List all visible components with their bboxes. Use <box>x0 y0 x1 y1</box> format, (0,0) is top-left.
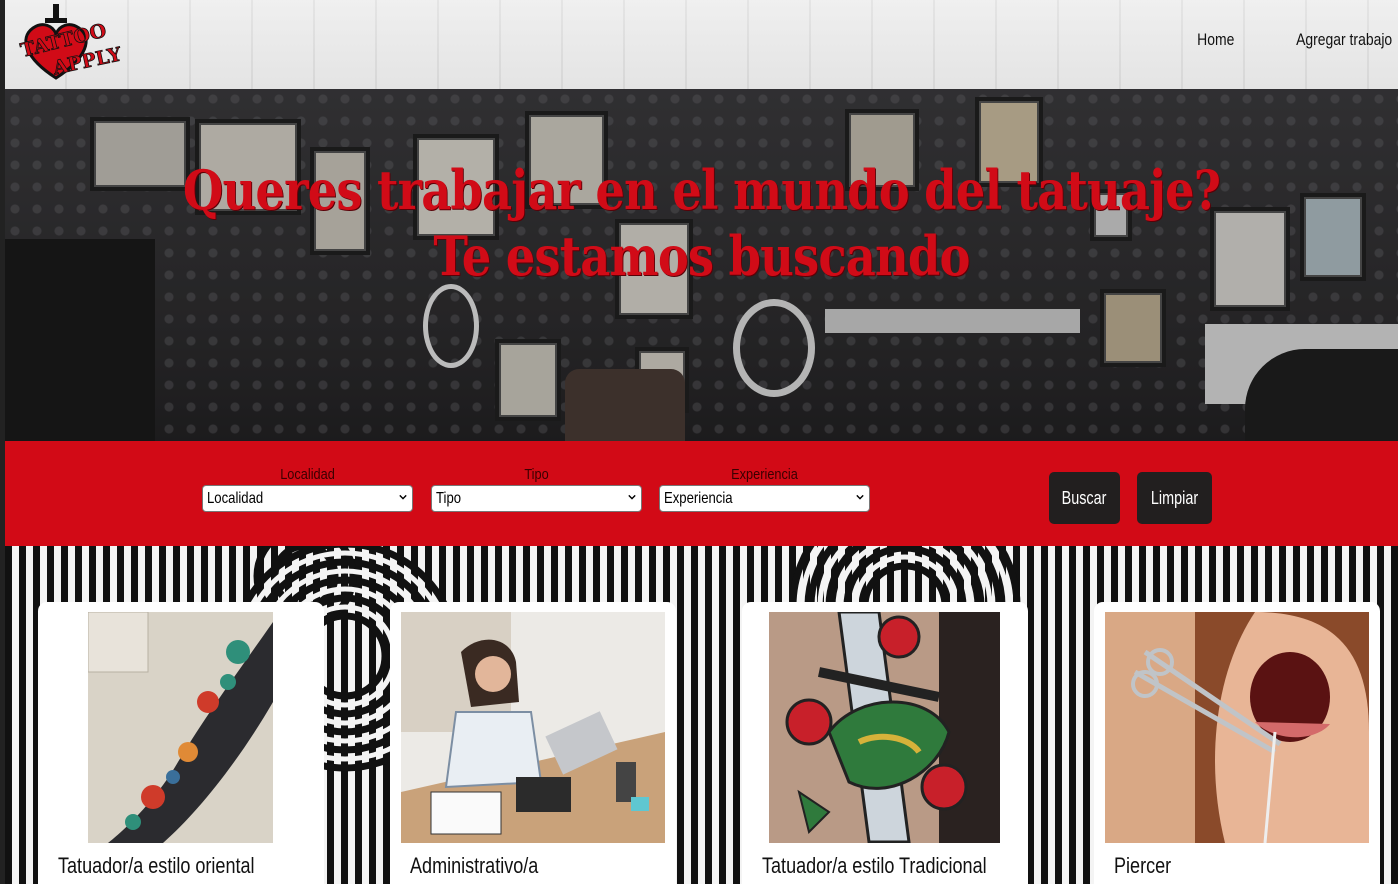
tipo-label: Tipo <box>524 466 549 483</box>
job-card-image <box>401 612 665 843</box>
job-card-title: Piercer <box>1114 853 1172 878</box>
job-card-image <box>88 612 273 843</box>
clear-button[interactable]: Limpiar <box>1137 472 1212 524</box>
nav-links: Home Agregar trabajo <box>1189 30 1392 50</box>
tipo-filter: Tipo Tipo <box>431 465 642 512</box>
job-card-title: Tatuador/a estilo oriental <box>58 853 255 878</box>
experiencia-select[interactable]: Experiencia <box>659 485 870 512</box>
job-card-title: Tatuador/a estilo Tradicional <box>762 853 987 878</box>
job-card-image <box>769 612 1000 843</box>
search-button[interactable]: Buscar <box>1049 472 1120 524</box>
job-card[interactable]: Administrativo/a <box>390 602 676 884</box>
job-card-title: Administrativo/a <box>410 853 539 878</box>
navbar: TATTOO APPLY Home Agregar trabajo <box>5 0 1398 89</box>
clear-button-label: Limpiar <box>1150 488 1199 508</box>
localidad-label: Localidad <box>280 466 335 483</box>
page: TATTOO APPLY Home Agregar trabajo Queres… <box>0 0 1398 884</box>
experiencia-select-value: Experiencia <box>664 490 733 507</box>
site-logo[interactable]: TATTOO APPLY <box>15 2 125 84</box>
job-card-image <box>1105 612 1369 843</box>
hero-title-line-1: Queres trabajar en el mundo del tatuaje? <box>182 158 1221 222</box>
filter-bar: Localidad Localidad Tipo Tipo Experienci… <box>5 441 1398 546</box>
tipo-select-value: Tipo <box>436 490 462 507</box>
job-card[interactable]: Tatuador/a estilo Tradicional <box>742 602 1028 884</box>
chevron-down-icon <box>628 494 636 500</box>
localidad-select[interactable]: Localidad <box>202 485 413 512</box>
experiencia-label: Experiencia <box>731 466 798 483</box>
nav-add-job-link[interactable]: Agregar trabajo <box>1296 30 1392 50</box>
localidad-select-value: Localidad <box>207 490 264 507</box>
search-button-label: Buscar <box>1062 488 1107 508</box>
localidad-filter: Localidad Localidad <box>202 465 413 512</box>
job-card[interactable]: Tatuador/a estilo oriental <box>38 602 324 884</box>
tipo-select[interactable]: Tipo <box>431 485 642 512</box>
chevron-down-icon <box>399 494 407 500</box>
hero-title-line-2: Te estamos buscando <box>433 224 970 288</box>
nav-home-link[interactable]: Home <box>1198 30 1235 50</box>
hero-banner: Queres trabajar en el mundo del tatuaje?… <box>5 89 1398 441</box>
chevron-down-icon <box>856 494 864 500</box>
experiencia-filter: Experiencia Experiencia <box>659 465 870 512</box>
job-card[interactable]: Piercer <box>1094 602 1380 884</box>
hero-title: Queres trabajar en el mundo del tatuaje?… <box>103 157 1301 289</box>
